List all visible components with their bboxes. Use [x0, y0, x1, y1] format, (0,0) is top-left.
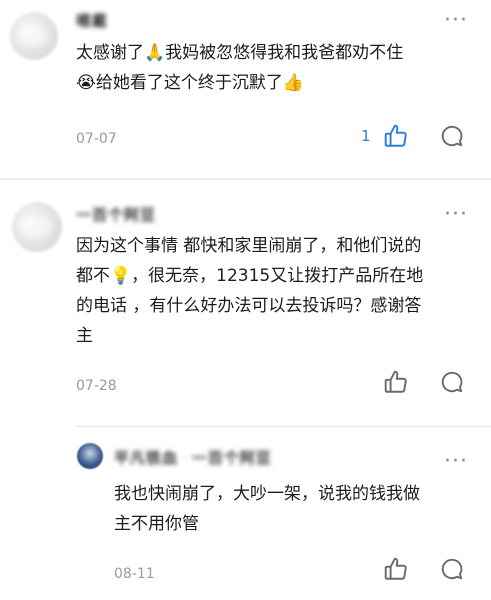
username[interactable]: 平凡铁血 · 一百个阿豆	[114, 447, 272, 468]
comment-1: 嗯戴 ··· 太感谢了🙏我妈被忽悠得我和我爸都劝不住 😭给她看了这个终于沉默了👍…	[0, 0, 491, 178]
comment-bubble-icon[interactable]	[439, 123, 465, 149]
reply-comment: 平凡铁血 · 一百个阿豆 ··· 我也快闹崩了，大吵一架，说我的钱我做 主不用你管 …	[0, 427, 491, 600]
thumbs-up-icon[interactable]	[383, 123, 409, 149]
comment-date: 08-11	[114, 566, 155, 582]
thumbs-up-icon[interactable]	[383, 369, 409, 395]
username[interactable]: 一百个阿豆	[76, 204, 156, 225]
comment-text-line: 都不💡，很无奈，12315又让拨打产品所在地	[76, 266, 424, 286]
username[interactable]: 嗯戴	[76, 10, 108, 31]
comment-text-line: 我也快闹崩了，大吵一架，说我的钱我做	[114, 484, 420, 504]
comment-text-line: 因为这个事情 都快和家里闹崩了，和他们说的	[76, 236, 422, 256]
comment-text-line: 主	[76, 326, 93, 346]
more-options-icon[interactable]: ···	[444, 204, 468, 226]
comment-bubble-icon[interactable]	[439, 556, 465, 582]
comment-text-line: 的电话 ，有什么好办法可以去投诉吗？感谢答	[76, 296, 422, 316]
more-options-icon[interactable]: ···	[444, 10, 468, 32]
comment-date: 07-28	[76, 378, 117, 394]
comment-text: 因为这个事情 都快和家里闹崩了，和他们说的 都不💡，很无奈，12315又让拨打产…	[76, 231, 486, 351]
like-count: 1	[361, 127, 371, 145]
avatar[interactable]	[12, 202, 62, 252]
thumbs-up-icon[interactable]	[383, 556, 409, 582]
reply-separator: ·	[182, 449, 188, 467]
reply-author[interactable]: 平凡铁血	[114, 449, 178, 467]
comment-text-line: 😭给她看了这个终于沉默了👍	[76, 73, 305, 93]
comment-text: 我也快闹崩了，大吵一架，说我的钱我做 主不用你管	[114, 479, 486, 539]
reply-to-user[interactable]: 一百个阿豆	[192, 449, 272, 467]
comment-bubble-icon[interactable]	[439, 369, 465, 395]
more-options-icon[interactable]: ···	[444, 451, 468, 473]
comment-date: 07-07	[76, 131, 117, 147]
comment-text: 太感谢了🙏我妈被忽悠得我和我爸都劝不住 😭给她看了这个终于沉默了👍	[76, 38, 486, 98]
comment-text-line: 主不用你管	[114, 514, 199, 534]
comment-2: 一百个阿豆 ··· 因为这个事情 都快和家里闹崩了，和他们说的 都不💡，很无奈，…	[0, 180, 491, 420]
comment-text-line: 太感谢了🙏我妈被忽悠得我和我爸都劝不住	[76, 43, 404, 63]
avatar[interactable]	[10, 12, 58, 60]
avatar[interactable]	[77, 443, 103, 469]
